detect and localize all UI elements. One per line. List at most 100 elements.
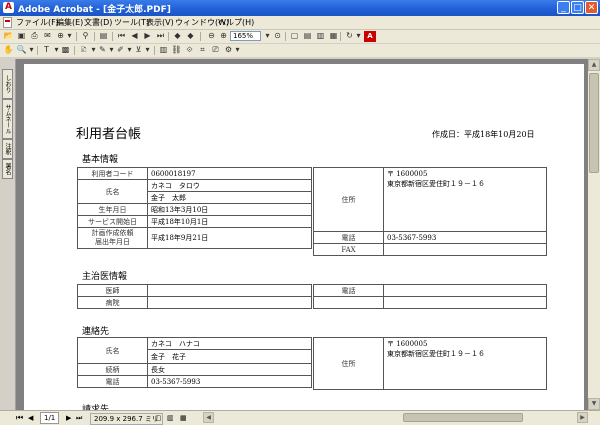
document-viewer[interactable]: しおり サムネール 注釈 署名 利用者台帳 作成日：平成18年10月20日 基本…: [0, 59, 600, 410]
zoom-in-icon[interactable]: ⊕: [218, 31, 229, 41]
document-icon[interactable]: [3, 17, 12, 28]
menu-tools[interactable]: ツール(T): [114, 17, 149, 28]
last-page-icon[interactable]: ⏭: [155, 31, 166, 41]
table-row: [313, 296, 547, 309]
continuous-icon[interactable]: ▥: [167, 413, 174, 423]
print-icon[interactable]: ⎙: [29, 31, 40, 41]
hospital-value: [147, 296, 312, 309]
separator: [94, 32, 95, 41]
prev-page-nav-icon[interactable]: ◀: [28, 413, 33, 423]
menu-view[interactable]: 表示(V): [146, 17, 174, 28]
table-row: 住所 〒 1600005 東京都新宿区愛住町１９－１６: [313, 337, 547, 390]
menu-edit[interactable]: 編集(E): [56, 17, 83, 28]
horizontal-scroll-thumb[interactable]: [403, 413, 523, 422]
section-doctor-info: 主治医情報: [82, 272, 128, 282]
zoom-out-icon[interactable]: ⊖: [206, 31, 217, 41]
separator: [285, 32, 286, 41]
tab-bookmarks[interactable]: しおり: [2, 69, 13, 99]
acrobat-app-icon[interactable]: A: [3, 2, 14, 13]
fit-visible-icon[interactable]: ▦: [328, 31, 339, 41]
zoom-tool-dropdown-icon[interactable]: ▾: [26, 45, 37, 55]
fax-value: [383, 243, 547, 256]
scroll-left-arrow-icon[interactable]: ◀: [203, 412, 214, 423]
scroll-up-arrow-icon[interactable]: ▲: [588, 59, 600, 71]
postal-code: 〒 1600005: [387, 170, 428, 178]
section-contact: 連絡先: [82, 327, 110, 337]
fit-page-icon[interactable]: ▤: [302, 31, 313, 41]
doctor-value: [147, 284, 312, 297]
tab-signatures[interactable]: 署名: [2, 159, 13, 179]
find-icon[interactable]: ⚲: [80, 31, 91, 41]
save-icon[interactable]: ▣: [16, 31, 27, 41]
name-kana-value: カネコ タロウ: [147, 179, 312, 192]
table-row: 氏名 カネコ タロウ: [77, 179, 312, 204]
movie-tool-icon[interactable]: ⎚: [210, 45, 221, 55]
maximize-button[interactable]: □: [571, 1, 584, 14]
scroll-right-arrow-icon[interactable]: ▶: [577, 412, 588, 423]
close-button[interactable]: ✕: [585, 1, 598, 14]
crop-tool-icon[interactable]: ⌗: [197, 45, 208, 55]
previous-view-icon[interactable]: ◆: [172, 31, 183, 41]
separator: [76, 32, 77, 41]
menu-help[interactable]: ヘルプ(H): [218, 17, 254, 28]
address-cell: 〒 1600005 東京都新宿区愛住町１９－１６: [383, 167, 547, 232]
doctor-empty-label: [313, 296, 384, 309]
next-view-icon[interactable]: ◆: [185, 31, 196, 41]
scroll-down-arrow-icon[interactable]: ▼: [588, 398, 600, 410]
article-dropdown-icon[interactable]: ▾: [232, 45, 243, 55]
table-row: 利用者コード 0600018197: [77, 167, 312, 180]
tab-thumbnails[interactable]: サムネール: [2, 99, 13, 139]
first-page-icon[interactable]: ⏮: [116, 31, 127, 41]
adobe-logo[interactable]: A: [364, 31, 376, 42]
first-page-nav-icon[interactable]: ⏮: [16, 413, 23, 423]
plan-request-label-line2: 届出年月日: [95, 238, 130, 246]
horizontal-scrollbar[interactable]: ◀ ▶: [203, 412, 600, 423]
form-tool-icon[interactable]: ▥: [158, 45, 169, 55]
next-page-nav-icon[interactable]: ▶: [66, 413, 71, 423]
link-tool-icon[interactable]: ⛓: [171, 45, 182, 55]
dropdown-icon[interactable]: ▾: [64, 31, 75, 41]
open-icon[interactable]: 📂: [3, 31, 14, 41]
previous-page-icon[interactable]: ◀: [129, 31, 140, 41]
hospital-label: 病院: [77, 296, 148, 309]
zoom-in-circle-icon[interactable]: ⊙: [272, 31, 283, 41]
table-row: 続柄 長女: [77, 363, 312, 376]
doctor-phone-table: 電話: [313, 284, 547, 309]
menu-document[interactable]: 文書(D): [84, 17, 112, 28]
touchup-tool-icon[interactable]: ⟐: [184, 45, 195, 55]
table-row: 電話 03-5367-5993: [313, 231, 547, 244]
fit-width-icon[interactable]: ▥: [315, 31, 326, 41]
table-select-icon[interactable]: ▩: [60, 45, 71, 55]
underline-dropdown-icon[interactable]: ▾: [142, 45, 153, 55]
hand-tool-icon[interactable]: ✋: [3, 45, 14, 55]
separator: [168, 32, 169, 41]
facing-icon[interactable]: ▦: [180, 413, 187, 423]
basic-address-table: 住所 〒 1600005 東京都新宿区愛住町１９－１６ 電話 03-5367-5…: [313, 167, 547, 256]
single-page-icon[interactable]: ▢: [155, 413, 162, 423]
address-value: 東京都新宿区愛住町１９－１６: [387, 180, 485, 188]
zoom-level-input[interactable]: 165%: [230, 31, 261, 41]
section-basic-info: 基本情報: [82, 155, 119, 165]
next-page-icon[interactable]: ▶: [142, 31, 153, 41]
doctor-info-table: 医師 病院: [77, 284, 312, 309]
creation-date: 作成日：平成18年10月20日: [432, 130, 535, 139]
page-number-field[interactable]: 1/1: [40, 412, 60, 424]
title-bar: A Adobe Acrobat - [金子太郎.PDF] _ □ ✕: [0, 0, 600, 16]
vertical-scrollbar[interactable]: ▲ ▼: [588, 59, 600, 410]
name-label: 氏名: [77, 179, 148, 204]
plan-request-label-line1: 計画作成依頼: [91, 229, 134, 237]
email-icon[interactable]: ✉: [42, 31, 53, 41]
vertical-scroll-thumb[interactable]: [589, 73, 599, 173]
tab-comments[interactable]: 注釈: [2, 139, 13, 159]
actual-size-icon[interactable]: ▢: [289, 31, 300, 41]
minimize-button[interactable]: _: [557, 1, 570, 14]
show-hide-navigation-icon[interactable]: ▤: [98, 31, 109, 41]
rotate-dropdown-icon[interactable]: ▾: [353, 31, 364, 41]
doctor-phone-label: 電話: [313, 284, 384, 297]
separator: [37, 46, 38, 55]
contact-name-kana: カネコ ハナコ: [147, 337, 312, 350]
last-page-nav-icon[interactable]: ⏭: [76, 413, 82, 423]
table-row: FAX: [313, 243, 547, 256]
contact-address-cell: 〒 1600005 東京都新宿区愛住町１９－１６: [383, 337, 547, 390]
menu-file[interactable]: ファイル(F): [16, 17, 59, 28]
